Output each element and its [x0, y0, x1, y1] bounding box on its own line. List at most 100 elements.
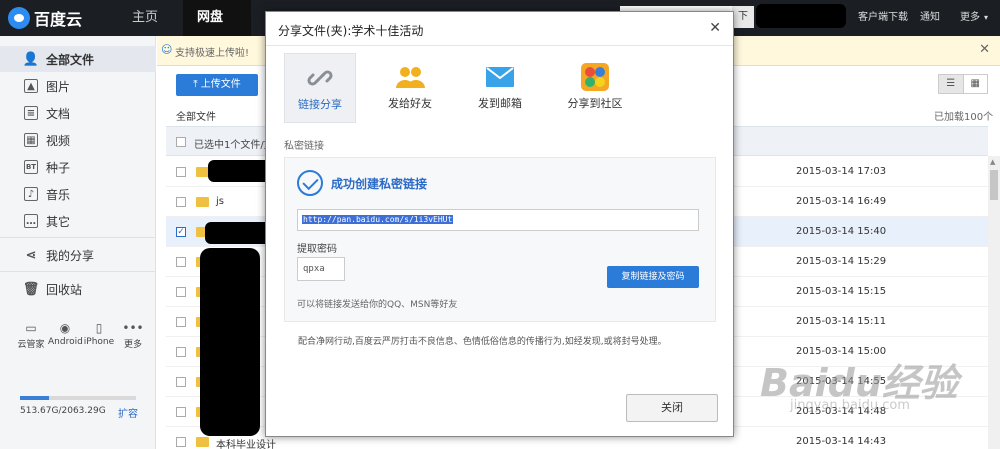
- nav-netdisk[interactable]: 网盘: [183, 0, 251, 36]
- success-message: 成功创建私密链接: [331, 177, 428, 191]
- bt-torrent-icon: BT: [24, 160, 38, 174]
- watermark-url: jingyan.baidu.com: [790, 398, 910, 413]
- folder-icon: [196, 437, 209, 447]
- redaction: [200, 248, 260, 436]
- close-icon[interactable]: ✕: [979, 42, 990, 57]
- client-download-link[interactable]: 客户端下载: [858, 0, 908, 36]
- redaction: [205, 222, 273, 244]
- notification-link[interactable]: 通知: [920, 0, 940, 36]
- notice-text: 支持极速上传啦!: [175, 48, 250, 59]
- share-link-field[interactable]: http://pan.baidu.com/s/1i3vEHUt: [297, 209, 699, 231]
- friends-icon: [395, 64, 425, 90]
- selection-text: 已选中1个文件/文: [194, 140, 274, 151]
- sidebar-item-other[interactable]: … 其它: [0, 208, 156, 234]
- close-button[interactable]: 关闭: [626, 394, 718, 422]
- row-checkbox[interactable]: [176, 437, 186, 447]
- sidebar-item-videos[interactable]: ▦ 视频: [0, 127, 156, 153]
- sidebar-item-label: 其它: [46, 214, 71, 229]
- share-link-value: http://pan.baidu.com/s/1i3vEHUt: [302, 215, 454, 224]
- mail-icon: [485, 64, 515, 90]
- more-dots-icon: …: [24, 214, 38, 228]
- sidebar-item-label: 种子: [46, 160, 71, 175]
- file-date: 2015-03-14 15:40: [796, 226, 887, 237]
- file-name[interactable]: js: [216, 196, 224, 207]
- upload-icon: ⤒: [193, 79, 201, 90]
- logo[interactable]: 百度云: [8, 6, 82, 30]
- grid-view-icon[interactable]: ▦: [964, 75, 988, 93]
- row-checkbox[interactable]: [176, 317, 186, 327]
- tab-send-email[interactable]: 发到邮箱: [464, 53, 536, 123]
- breadcrumb[interactable]: 全部文件: [176, 108, 216, 123]
- tab-send-friends[interactable]: 发给好友: [374, 53, 446, 123]
- password-label: 提取密码: [297, 244, 337, 255]
- file-date: 2015-03-14 16:49: [796, 196, 887, 207]
- scrollbar[interactable]: ▲: [988, 156, 1000, 449]
- person-file-icon: 👤: [22, 51, 40, 67]
- row-checkbox[interactable]: [176, 287, 186, 297]
- file-date: 2015-03-14 15:15: [796, 286, 887, 297]
- sidebar-item-music[interactable]: ♪ 音乐: [0, 181, 156, 207]
- file-name[interactable]: 本科毕业设计: [216, 436, 276, 449]
- tab-link-share[interactable]: 链接分享: [284, 53, 356, 123]
- copy-link-password-button[interactable]: 复制链接及密码: [607, 266, 699, 288]
- quota-bar: [20, 396, 136, 400]
- top-search-button[interactable]: 下: [732, 6, 754, 28]
- sidebar-item-images[interactable]: ▲ 图片: [0, 73, 156, 99]
- sidebar-item-docs[interactable]: ≡ 文档: [0, 100, 156, 126]
- row-checkbox[interactable]: [176, 167, 186, 177]
- scroll-thumb[interactable]: [990, 170, 998, 200]
- music-icon: ♪: [24, 187, 38, 201]
- nav-home[interactable]: 主页: [118, 0, 172, 36]
- tab-label: 发给好友: [388, 97, 432, 110]
- phone-icon: ▯: [95, 321, 103, 335]
- sidebar: 👤 全部文件 ▲ 图片 ≡ 文档 ▦ 视频 BT 种子 ♪ 音乐 … 其它 ⋖ …: [0, 36, 156, 449]
- device-label: iPhone: [83, 337, 115, 347]
- row-checkbox[interactable]: [176, 257, 186, 267]
- sidebar-item-all-files[interactable]: 👤 全部文件: [0, 46, 156, 72]
- quota-fill: [20, 396, 49, 400]
- close-icon[interactable]: ✕: [709, 20, 721, 36]
- device-android[interactable]: ◉ Android: [48, 321, 83, 350]
- cloud-logo-icon: [8, 7, 30, 29]
- loaded-count: 已加载100个: [934, 112, 994, 123]
- password-field[interactable]: qpxa: [297, 257, 345, 281]
- sidebar-item-torrents[interactable]: BT 种子: [0, 154, 156, 180]
- list-view-icon[interactable]: ☰: [939, 75, 964, 93]
- device-row: ▭ 云管家 ◉ Android ▯ iPhone ••• 更多: [14, 321, 150, 350]
- scroll-up-icon[interactable]: ▲: [990, 158, 995, 166]
- expand-quota-link[interactable]: 扩容: [118, 405, 138, 420]
- sidebar-item-label: 音乐: [46, 187, 71, 202]
- sidebar-divider: [0, 237, 156, 238]
- dialog-title: 分享文件(夹):学术十佳活动: [278, 24, 424, 38]
- device-cloud-manager[interactable]: ▭ 云管家: [14, 321, 48, 350]
- sidebar-item-label: 图片: [46, 79, 71, 94]
- dialog-title-bar: 分享文件(夹):学术十佳活动 ✕: [266, 12, 733, 46]
- check-circle-icon: [297, 170, 323, 196]
- row-checkbox[interactable]: [176, 377, 186, 387]
- file-date: 2015-03-14 15:29: [796, 256, 887, 267]
- smile-icon: ☺: [161, 43, 173, 56]
- device-iphone[interactable]: ▯ iPhone: [82, 321, 116, 350]
- row-checkbox[interactable]: [176, 197, 186, 207]
- tab-share-community[interactable]: 分享到社区: [554, 53, 636, 123]
- section-label: 私密链接: [284, 141, 324, 152]
- more-dots-icon: •••: [122, 321, 144, 335]
- image-icon: ▲: [24, 79, 38, 93]
- policy-notice: 配合净网行动,百度云严厉打击不良信息、色情低俗信息的传播行为,如经发现,或将封号…: [298, 337, 667, 347]
- device-label: 更多: [123, 340, 142, 350]
- sidebar-item-my-shares[interactable]: ⋖ 我的分享: [0, 242, 156, 268]
- sidebar-item-recycle-bin[interactable]: 🗑 回收站: [0, 276, 156, 302]
- row-checkbox[interactable]: [176, 347, 186, 357]
- monitor-icon: ▭: [25, 321, 37, 335]
- video-icon: ▦: [24, 133, 38, 147]
- more-link[interactable]: 更多: [960, 0, 980, 36]
- device-more[interactable]: ••• 更多: [116, 321, 150, 350]
- document-icon: ≡: [24, 106, 38, 120]
- row-checkbox[interactable]: ✓: [176, 227, 186, 237]
- sidebar-item-label: 我的分享: [46, 248, 95, 263]
- file-date: 2015-03-14 15:11: [796, 316, 887, 327]
- chevron-down-icon[interactable]: ▾: [984, 0, 988, 36]
- upload-button[interactable]: ⤒ 上传文件: [176, 74, 258, 96]
- row-checkbox[interactable]: [176, 407, 186, 417]
- select-all-checkbox[interactable]: [176, 137, 186, 147]
